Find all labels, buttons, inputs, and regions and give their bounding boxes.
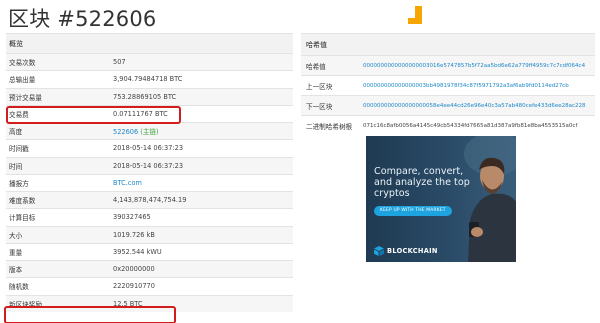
row-label: 交易次数: [6, 52, 102, 71]
weight-value: 3952.544 kWU: [102, 242, 293, 261]
main-chain-tag: (主链): [140, 128, 159, 137]
hashes-header: 哈希值: [301, 33, 595, 56]
size-value: 1019.726 kB: [102, 225, 293, 244]
row-label: 难度系数: [6, 190, 102, 209]
table-row: 时间戳 2018-05-14 06:37:23: [6, 139, 293, 157]
logo-icon: [408, 6, 422, 24]
table-row: 计算目标 390327465: [6, 208, 293, 226]
row-label: 高度: [6, 121, 102, 140]
row-label: 上一区块: [301, 75, 358, 96]
row-label: 哈希值: [301, 55, 358, 76]
row-label: 计算目标: [6, 208, 102, 226]
table-row: 大小 1019.726 kB: [6, 225, 293, 244]
row-label: 播报方: [6, 173, 102, 192]
table-row: 时间 2018-05-14 06:37:23: [6, 156, 293, 175]
row-label: 版本: [6, 259, 102, 278]
overview-table: 概览 交易次数 507 总输出量 3,904.79484718 BTC 预计交易…: [6, 33, 293, 313]
overview-header-row: 概览: [6, 33, 293, 54]
ad-brand[interactable]: BLOCKCHAIN: [374, 246, 438, 256]
timestamp-value: 2018-05-14 06:37:23: [102, 139, 293, 157]
row-label: 大小: [6, 225, 102, 244]
table-row: 版本 0x20000000: [6, 259, 293, 278]
person-photo: [464, 136, 516, 262]
table-row: 下一区块 000000000000000000058e4ee44cd26e96e…: [301, 95, 595, 116]
version-value: 0x20000000: [102, 259, 293, 278]
ad-headline: Compare, convert, and analyze the top cr…: [374, 166, 470, 199]
keep-up-button[interactable]: KEEP UP WITH THE MARKET: [374, 206, 452, 216]
previous-block-link[interactable]: 000000000000000003bb4981978f34c87f597179…: [358, 75, 595, 96]
height-cell: 522606 (主链): [102, 121, 293, 140]
height-link[interactable]: 522606: [113, 128, 138, 136]
hashes-table: 哈希值 哈希值 0000000000000000003016e5747857b5…: [301, 33, 595, 136]
time-value: 2018-05-14 06:37:23: [102, 156, 293, 175]
table-row: 二进制哈希树根 071c16c8afb0056a4145c49cb54334fd…: [301, 115, 595, 136]
page-title: 区块 #522606: [8, 7, 157, 31]
block-hash-link[interactable]: 0000000000000000003016e5747857b5f72aa5bd…: [358, 55, 595, 76]
table-row: 预计交易量 753.28869105 BTC: [6, 87, 293, 106]
next-block-link[interactable]: 000000000000000000058e4ee44cd26e96e40c3a…: [358, 95, 595, 116]
nonce-value: 2220910770: [102, 277, 293, 295]
row-label: 重量: [6, 242, 102, 261]
btc-com-logo[interactable]: [403, 4, 427, 28]
table-row: 总输出量 3,904.79484718 BTC: [6, 70, 293, 88]
table-row: 播报方 BTC.com: [6, 173, 293, 192]
difficulty-value: 4,143,878,474,754.19: [102, 190, 293, 209]
row-label: 预计交易量: [6, 87, 102, 106]
table-row: 上一区块 000000000000000003bb4981978f34c87f5…: [301, 75, 595, 96]
row-label: 随机数: [6, 277, 102, 295]
reward-highlight-box: [4, 306, 176, 323]
tx-count-value: 507: [102, 52, 293, 71]
overview-header: 概览: [6, 33, 293, 54]
table-row: 难度系数 4,143,878,474,754.19: [6, 190, 293, 209]
table-row: 哈希值 0000000000000000003016e5747857b5f72a…: [301, 55, 595, 76]
row-label: 二进制哈希树根: [301, 115, 358, 136]
estimated-volume-value: 753.28869105 BTC: [102, 87, 293, 106]
advertisement-banner[interactable]: Compare, convert, and analyze the top cr…: [366, 136, 516, 262]
relayed-by-link[interactable]: BTC.com: [102, 173, 293, 192]
hashes-header-row: 哈希值: [301, 33, 595, 56]
merkle-root-value: 071c16c8afb0056a4145c49cb54334fd7665a81d…: [358, 115, 595, 136]
blockchain-logo-icon: [374, 246, 384, 256]
bits-value: 390327465: [102, 208, 293, 226]
table-row: 高度 522606 (主链): [6, 121, 293, 140]
table-row: 随机数 2220910770: [6, 277, 293, 295]
table-row: 重量 3952.544 kWU: [6, 242, 293, 261]
ad-brand-name: BLOCKCHAIN: [387, 247, 438, 255]
row-label: 下一区块: [301, 95, 358, 116]
table-row: 交易次数 507: [6, 52, 293, 71]
fee-highlight-box: [6, 106, 181, 124]
total-output-value: 3,904.79484718 BTC: [102, 70, 293, 88]
row-label: 时间戳: [6, 139, 102, 157]
row-label: 时间: [6, 156, 102, 175]
row-label: 总输出量: [6, 70, 102, 88]
